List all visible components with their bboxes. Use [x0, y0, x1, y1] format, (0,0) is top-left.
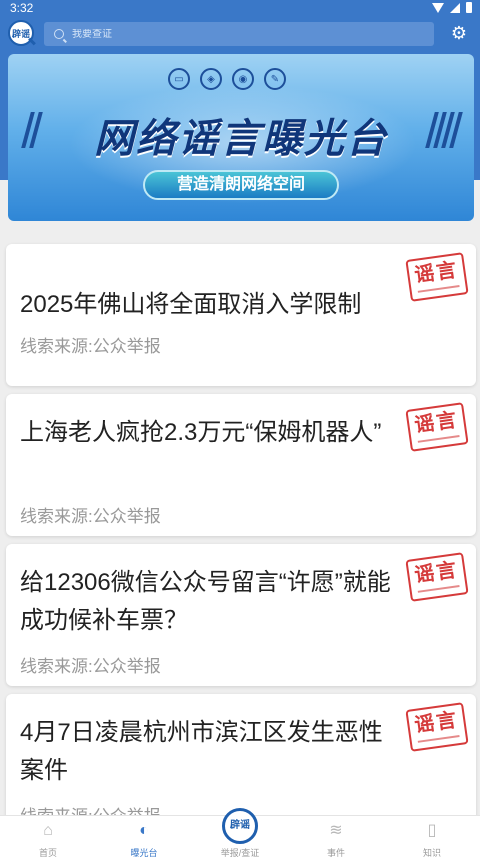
rumor-card[interactable]: 上海老人疯抢2.3万元“保姆机器人” 线索来源:公众举报 谣言 — [6, 394, 476, 536]
layers-icon: ≋ — [329, 822, 343, 839]
top-bar: 辟谣 ⚙ — [0, 18, 480, 50]
rumor-stamp: 谣言 — [405, 402, 469, 452]
nav-home[interactable]: ⌂ 首页 — [0, 816, 96, 857]
rumor-stamp: 谣言 — [405, 702, 469, 752]
rumor-stamp: 谣言 — [405, 252, 469, 302]
nav-exposure[interactable]: ◐ 曝光台 — [96, 816, 192, 857]
book-icon: ▯ — [427, 822, 437, 839]
home-icon: ⌂ — [43, 822, 53, 839]
bottom-nav: ⌂ 首页 ◐ 曝光台 辟谣 举报/查证 ≋ 事件 ▯ 知识 — [0, 808, 480, 857]
shield-icon: ◈ — [200, 68, 222, 90]
app-logo-text: 辟谣 — [11, 28, 30, 39]
card-source: 线索来源:公众举报 — [20, 657, 161, 676]
nav-label: 曝光台 — [130, 848, 158, 857]
monitor-icon: ▭ — [168, 68, 190, 90]
nav-label: 举报/查证 — [220, 848, 260, 857]
banner-bars-right — [425, 112, 463, 148]
battery-icon — [466, 2, 472, 13]
nav-events[interactable]: ≋ 事件 — [288, 816, 384, 857]
nav-label: 事件 — [326, 848, 345, 857]
eye-icon: ◉ — [232, 68, 254, 90]
signal-icon — [450, 2, 460, 13]
rumor-card[interactable]: 给12306微信公众号留言“许愿”就能成功候补车票？ 线索来源:公众举报 谣言 — [6, 544, 476, 686]
nav-report-verify[interactable]: 辟谣 举报/查证 — [192, 808, 288, 857]
wifi-icon — [432, 2, 444, 13]
status-bar: 3:32 — [0, 0, 480, 16]
card-title: 4月7日凌晨杭州市滨江区发生恶性案件 — [20, 719, 383, 784]
logo-magnifier-handle — [28, 37, 36, 46]
status-icons — [432, 2, 472, 13]
card-source: 线索来源:公众举报 — [20, 337, 161, 356]
gear-icon[interactable]: ⚙ — [450, 24, 468, 42]
piyao-logo-icon: 辟谣 — [222, 808, 258, 844]
card-title: 2025年佛山将全面取消入学限制 — [20, 291, 362, 318]
search-input[interactable] — [72, 28, 434, 40]
card-source: 线索来源:公众举报 — [20, 507, 161, 526]
nav-label: 知识 — [422, 848, 441, 857]
banner[interactable]: ▭ ◈ ◉ ✎ 网络谣言曝光台 营造清朗网络空间 — [8, 54, 474, 221]
search-icon — [54, 29, 64, 39]
card-title: 上海老人疯抢2.3万元“保姆机器人” — [20, 419, 382, 446]
rumor-card[interactable]: 2025年佛山将全面取消入学限制 线索来源:公众举报 谣言 — [6, 244, 476, 386]
megaphone-icon: ◐ — [139, 822, 149, 839]
rumor-stamp: 谣言 — [405, 552, 469, 602]
banner-title: 网络谣言曝光台 — [94, 116, 388, 162]
nav-label: 首页 — [38, 848, 57, 857]
card-title: 给12306微信公众号留言“许愿”就能成功候补车票？ — [20, 569, 391, 634]
search-box[interactable] — [44, 22, 434, 46]
pen-icon: ✎ — [264, 68, 286, 90]
nav-knowledge[interactable]: ▯ 知识 — [384, 816, 480, 857]
banner-icon-row: ▭ ◈ ◉ ✎ — [168, 68, 286, 90]
banner-subtitle: 营造清朗网络空间 — [143, 170, 339, 200]
status-time: 3:32 — [10, 1, 34, 15]
